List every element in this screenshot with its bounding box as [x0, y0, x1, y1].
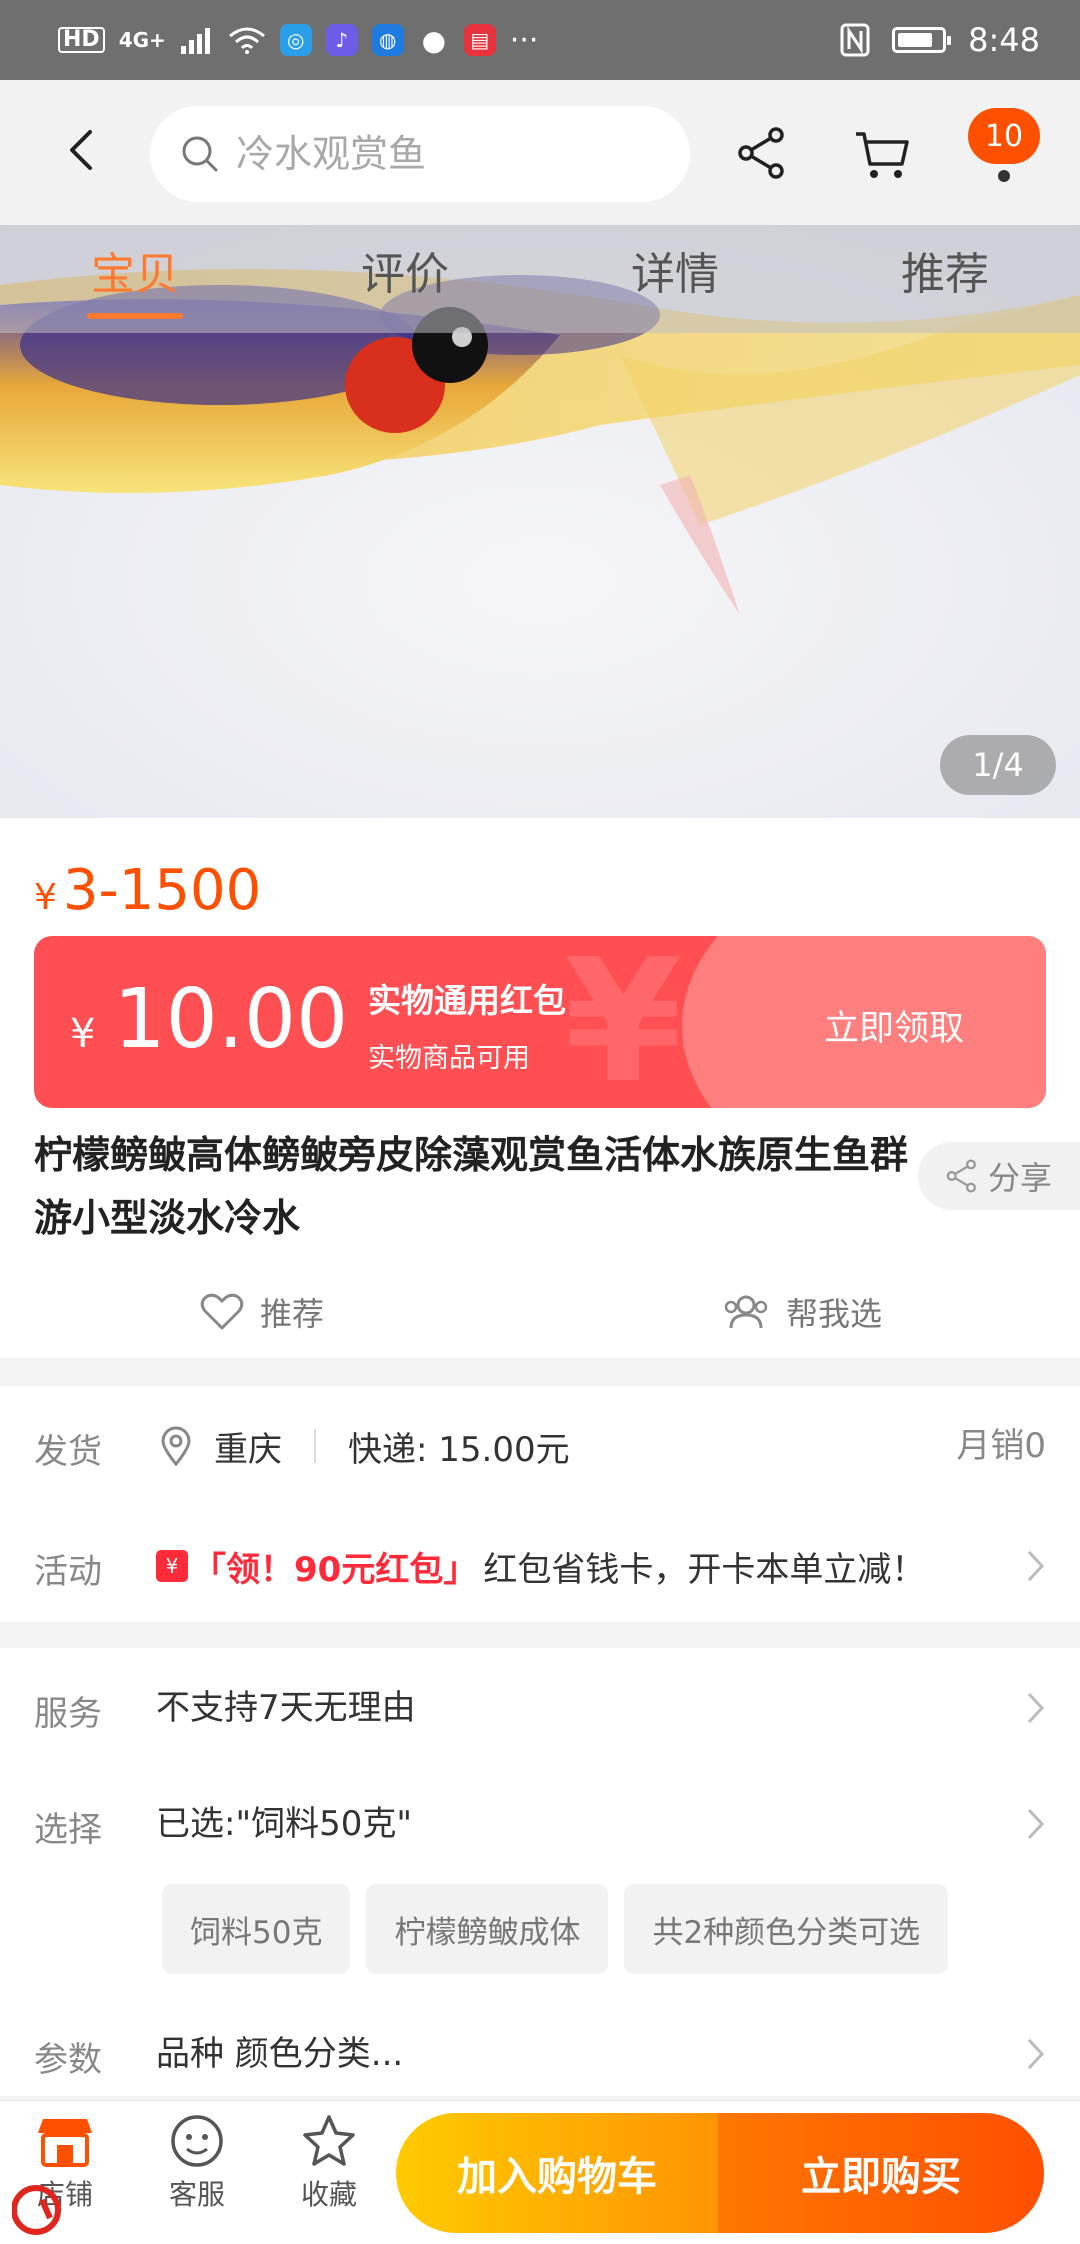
- heart-icon: [200, 1293, 244, 1330]
- product-title: 柠檬鳑鲏高体鳑鲏旁皮除藻观赏鱼活体水族原生鱼群游小型淡水冷水: [34, 1133, 909, 1240]
- top-header: 10: [0, 80, 1080, 225]
- activity-content: ¥ 「领！90元红包」 红包省钱卡，开卡本单立减！: [156, 1536, 925, 1596]
- add-to-cart-button[interactable]: 加入购物车: [396, 2113, 718, 2233]
- monthly-sales: 月销0: [956, 1426, 1046, 1466]
- browser-app-icon: ◎: [279, 24, 312, 56]
- location-pin-icon: [161, 1426, 191, 1466]
- section-tabs: 宝贝 评价 详情 推荐: [0, 225, 1080, 333]
- product-info-card: ¥ 3-1500 ¥ ¥ 10.00 实物通用红包 实物商品可用 立即领取 柠檬…: [0, 818, 1080, 1358]
- service-card: 服务 不支持7天无理由 选择 已选:"饲料50克" 饲料50克 柠檬鳑鲏成体 共…: [0, 1648, 1080, 2096]
- bottom-action-bar: 店铺 客服 收藏 加入购物车 立即购买: [0, 2100, 1080, 2244]
- back-icon[interactable]: [52, 120, 112, 180]
- network-app-icon: ◍: [371, 24, 404, 56]
- chevron-right-icon: [1027, 1808, 1045, 1840]
- signal-icon: [180, 28, 210, 54]
- search-input[interactable]: [236, 132, 656, 176]
- chevron-right-icon: [1027, 2038, 1045, 2070]
- network-type: 4G+: [118, 28, 166, 52]
- price: ¥ 3-1500: [34, 858, 261, 923]
- selection-row[interactable]: 选择 已选:"饲料50克": [0, 1794, 1080, 1854]
- coupon-value: 10.00: [113, 972, 349, 1067]
- selection-label: 选择: [34, 1810, 102, 1850]
- coupon-subtitle: 实物商品可用: [368, 1043, 530, 1074]
- nfc-icon: [840, 23, 870, 57]
- price-value: 3-1500: [62, 858, 262, 923]
- chevron-right-icon: [1027, 1692, 1045, 1724]
- share-button[interactable]: 分享: [918, 1142, 1080, 1210]
- hd-indicator: HD: [58, 27, 105, 53]
- status-bar: HD 4G+ ◎ ♪ ◍ ● ▤ ··· 8:48: [0, 0, 1080, 80]
- service-value: 不支持7天无理由: [156, 1688, 416, 1728]
- status-right: 8:48: [840, 21, 1040, 59]
- claim-coupon-button[interactable]: 立即领取: [824, 1000, 964, 1051]
- coupon-title: 实物通用红包: [368, 981, 566, 1020]
- favorite-button[interactable]: 收藏: [274, 2113, 384, 2213]
- store-icon: [38, 2119, 92, 2167]
- clock: 8:48: [968, 21, 1040, 59]
- activity-row[interactable]: 活动 ¥ 「领！90元红包」 红包省钱卡，开卡本单立减！: [0, 1536, 1080, 1596]
- chevron-right-icon: [1027, 1550, 1045, 1582]
- search-icon: [182, 136, 218, 172]
- sku-chip[interactable]: 饲料50克: [162, 1884, 351, 1974]
- watermark-logo: [12, 2185, 61, 2235]
- customer-service-icon: [171, 2115, 223, 2167]
- recommend-button[interactable]: 推荐: [200, 1272, 324, 1352]
- tab-recommend[interactable]: 推荐: [810, 225, 1080, 333]
- divider: [314, 1429, 316, 1463]
- price-currency: ¥: [34, 877, 57, 918]
- more-badge[interactable]: 10: [968, 108, 1040, 164]
- recommend-row: 推荐 帮我选: [0, 1272, 1080, 1352]
- service-row[interactable]: 服务 不支持7天无理由: [0, 1678, 1080, 1738]
- favorite-label: 收藏: [300, 2178, 357, 2211]
- coupon-currency: ¥: [70, 1011, 96, 1057]
- help-me-choose-label: 帮我选: [786, 1295, 883, 1333]
- message-icon: ●: [421, 23, 446, 57]
- image-counter: 1/4: [940, 735, 1056, 795]
- express-fee: 快递: 15.00元: [348, 1429, 570, 1470]
- sku-chip[interactable]: 共2种颜色分类可选: [624, 1884, 949, 1974]
- coupon-yen-watermark: ¥: [564, 936, 683, 1108]
- activity-label: 活动: [34, 1552, 102, 1592]
- search-bar[interactable]: [150, 106, 690, 202]
- battery-level: [898, 33, 932, 47]
- tab-reviews[interactable]: 评价: [270, 225, 540, 333]
- customer-service-button[interactable]: 客服: [142, 2113, 252, 2213]
- recommend-label: 推荐: [260, 1295, 325, 1333]
- activity-text: 红包省钱卡，开卡本单立减！: [483, 1549, 926, 1590]
- sku-chips: 饲料50克 柠檬鳑鲏成体 共2种颜色分类可选: [162, 1884, 949, 1974]
- people-icon: [724, 1295, 768, 1329]
- shipping-info: 重庆 快递: 15.00元: [160, 1416, 570, 1476]
- share-icon: [946, 1159, 976, 1193]
- tab-item[interactable]: 宝贝: [0, 225, 270, 333]
- battery-icon: [892, 27, 952, 53]
- reader-app-icon: ▤: [463, 24, 496, 56]
- shipping-label: 发货: [34, 1432, 102, 1472]
- wifi-icon: [228, 27, 265, 54]
- music-app-icon: ♪: [325, 24, 358, 56]
- tab-details[interactable]: 详情: [540, 225, 810, 333]
- star-icon: [303, 2115, 355, 2166]
- status-left: HD 4G+ ◎ ♪ ◍ ● ▤ ···: [58, 23, 538, 58]
- service-label: 服务: [34, 1694, 102, 1734]
- coupon-amount: ¥ 10.00: [70, 972, 348, 1067]
- help-me-choose-button[interactable]: 帮我选: [722, 1272, 882, 1352]
- buy-now-button[interactable]: 立即购买: [718, 2113, 1044, 2233]
- red-packet-icon: ¥: [156, 1550, 188, 1582]
- params-row[interactable]: 参数 品种 颜色分类...: [0, 2024, 1080, 2084]
- more-notifications-icon: ···: [509, 22, 539, 58]
- params-value: 品种 颜色分类...: [156, 2034, 404, 2074]
- params-label: 参数: [34, 2040, 102, 2080]
- sku-chip[interactable]: 柠檬鳑鲏成体: [366, 1884, 609, 1974]
- activity-highlight: 「领！90元红包」: [192, 1549, 478, 1590]
- more-menu-icon[interactable]: [998, 170, 1010, 182]
- cart-icon[interactable]: [852, 124, 912, 184]
- coupon-banner[interactable]: ¥ ¥ 10.00 实物通用红包 实物商品可用 立即领取: [34, 936, 1046, 1108]
- selection-value: 已选:"饲料50克": [156, 1804, 412, 1844]
- shipping-location: 重庆: [214, 1429, 282, 1470]
- shipping-row[interactable]: 发货 重庆 快递: 15.00元 月销0: [0, 1416, 1080, 1476]
- share-label: 分享: [988, 1159, 1053, 1197]
- share-icon[interactable]: [734, 125, 790, 181]
- shipping-card: 发货 重庆 快递: 15.00元 月销0 活动 ¥ 「领！90元红包」 红包省钱…: [0, 1386, 1080, 1622]
- customer-service-label: 客服: [168, 2178, 225, 2211]
